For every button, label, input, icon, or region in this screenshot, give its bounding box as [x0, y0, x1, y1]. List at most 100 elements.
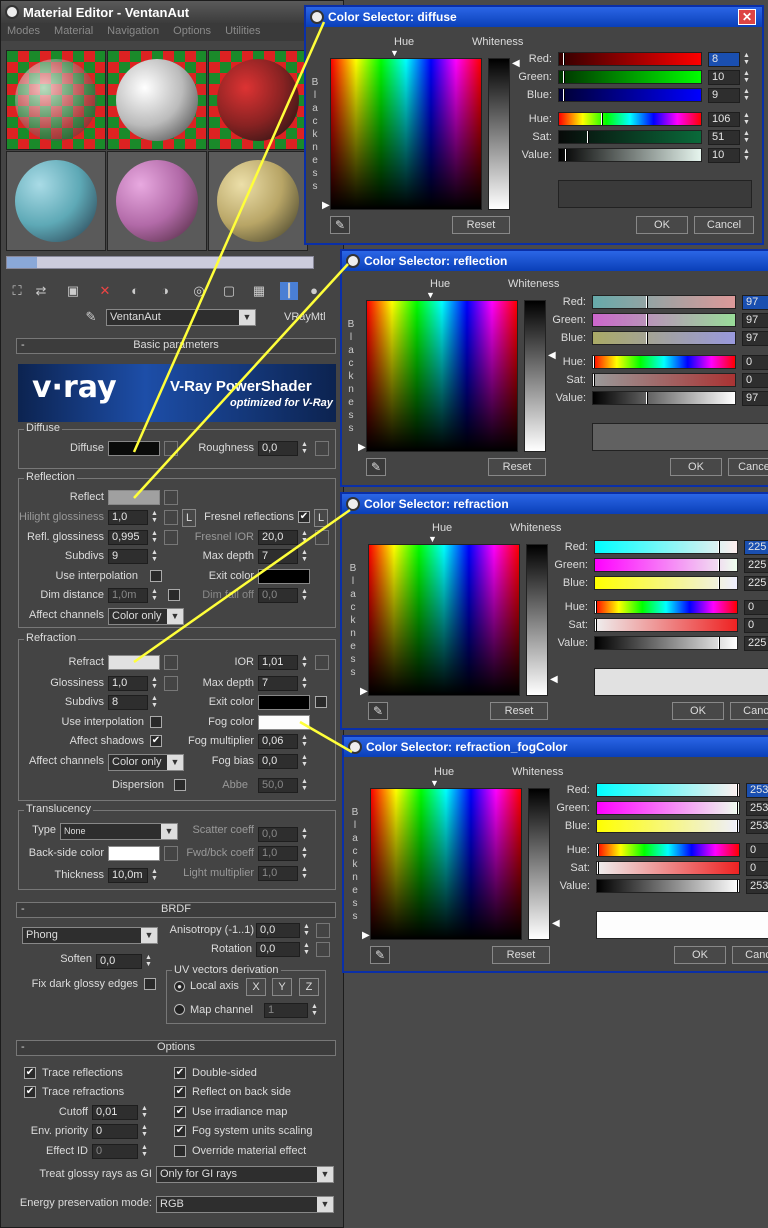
fwdbck-coeff-arrows[interactable]: ▲ ▼ [300, 846, 309, 861]
hue-blackness-picker[interactable] [330, 58, 482, 210]
hue-marker-icon[interactable]: ▼ [430, 778, 439, 788]
use-interpolation-checkbox[interactable] [150, 570, 162, 582]
blue-slider[interactable] [558, 88, 702, 102]
reflect-map-button[interactable] [164, 490, 178, 505]
blue-value-field[interactable]: 97 [742, 331, 768, 346]
blackness-marker-icon[interactable]: ▶ [322, 200, 330, 211]
hue-value-field[interactable]: 0 [742, 355, 768, 370]
menu-utilities[interactable]: Utilities [225, 25, 260, 39]
fog-multiplier-spinner[interactable]: 0,06 [258, 734, 298, 749]
put-to-library-icon[interactable]: ◎ [190, 282, 208, 300]
ok-button[interactable]: OK [636, 216, 688, 234]
eyedropper-icon[interactable]: ✎ [366, 458, 386, 476]
refr-subdivs-arrows[interactable]: ▲ ▼ [150, 695, 159, 710]
close-icon[interactable]: ✕ [738, 9, 756, 25]
sample-slot[interactable] [6, 50, 106, 150]
eyedropper-icon[interactable]: ✎ [368, 702, 388, 720]
value-value-field[interactable]: 225 [744, 636, 768, 651]
red-value-field[interactable]: 225 [744, 540, 768, 555]
dim-falloff-spinner[interactable]: 0,0 [258, 588, 298, 603]
get-material-icon[interactable]: ⛶ [8, 282, 26, 300]
env-priority-arrows[interactable]: ▲ ▼ [140, 1124, 149, 1139]
material-name-field[interactable]: VentanAut ▼ [106, 309, 256, 326]
energy-preservation-dropdown[interactable]: RGB ▼ [156, 1196, 334, 1213]
roughness-spinner-arrows[interactable]: ▲ ▼ [300, 441, 309, 456]
put-to-scene-icon[interactable]: ⇄ [32, 282, 50, 300]
light-multiplier-spinner[interactable]: 1,0 [258, 866, 298, 881]
dim-distance-arrows[interactable]: ▲ ▼ [150, 588, 159, 603]
axis-z-button[interactable]: Z [299, 978, 319, 996]
red-value-field[interactable]: 253 [746, 783, 768, 798]
whiteness-marker-icon[interactable]: ◀ [550, 674, 558, 685]
cutoff-spinner[interactable]: 0,01 [92, 1105, 138, 1120]
refr-subdivs-spinner[interactable]: 8 [108, 695, 148, 710]
fog-bias-spinner[interactable]: 0,0 [258, 754, 298, 769]
red-slider[interactable] [592, 295, 736, 309]
sample-slot[interactable] [107, 50, 207, 150]
refl-gloss-map-button[interactable] [164, 530, 178, 545]
sat-spinner-arrows[interactable]: ▲ ▼ [742, 130, 751, 145]
soften-spinner[interactable]: 0,0 [96, 954, 142, 969]
double-sided-checkbox[interactable]: ✔ [174, 1067, 186, 1079]
ior-map-button[interactable] [315, 655, 329, 670]
reset-button[interactable]: Reset [492, 946, 550, 964]
reflect-color-swatch[interactable] [108, 490, 160, 505]
blue-value-field[interactable]: 253 [746, 819, 768, 834]
blackness-marker-icon[interactable]: ▶ [360, 686, 368, 697]
effect-id-arrows[interactable]: ▲ ▼ [140, 1144, 149, 1159]
local-axis-radio[interactable]: ● [174, 981, 185, 992]
green-value-field[interactable]: 225 [744, 558, 768, 573]
ok-button[interactable]: OK [670, 458, 722, 476]
use-irradiance-map-checkbox[interactable]: ✔ [174, 1106, 186, 1118]
refr-exit-color-swatch[interactable] [258, 695, 310, 710]
refr-affect-channels-dropdown[interactable]: Color only ▼ [108, 754, 184, 771]
rollout-options[interactable]: - Options [16, 1040, 336, 1056]
roughness-spinner[interactable]: 0,0 [258, 441, 298, 456]
show-end-result-icon[interactable]: ┃ [280, 282, 298, 300]
refl-gloss-arrows[interactable]: ▲ ▼ [150, 530, 159, 545]
affect-channels-dropdown[interactable]: Color only ▼ [108, 608, 184, 625]
show-map-icon[interactable]: ▦ [250, 282, 268, 300]
dim-distance-checkbox[interactable] [168, 589, 180, 601]
material-id-icon[interactable]: ▢ [220, 282, 238, 300]
ior-spinner[interactable]: 1,01 [258, 655, 298, 670]
map-channel-arrows[interactable]: ▲ ▼ [310, 1003, 319, 1018]
copy-material-icon[interactable]: ◐ [126, 282, 144, 300]
green-value-field[interactable]: 253 [746, 801, 768, 816]
fog-bias-arrows[interactable]: ▲ ▼ [300, 754, 309, 769]
fresnel-ior-arrows[interactable]: ▲ ▼ [300, 530, 309, 545]
fresnel-lock-button[interactable]: L [314, 509, 328, 527]
glossiness-spinner[interactable]: 1,0 [108, 676, 148, 691]
cancel-button[interactable]: Cancel [694, 216, 754, 234]
fresnel-ior-spinner[interactable]: 20,0 [258, 530, 298, 545]
green-slider[interactable] [558, 70, 702, 84]
hue-value-field[interactable]: 106 [708, 112, 740, 127]
rollout-basic-parameters[interactable]: - Basic parameters [16, 338, 336, 354]
map-channel-spinner[interactable]: 1 [264, 1003, 308, 1018]
blackness-marker-icon[interactable]: ▶ [358, 442, 366, 453]
affect-shadows-checkbox[interactable]: ✔ [150, 735, 162, 747]
subdivs-arrows[interactable]: ▲ ▼ [150, 549, 159, 564]
menu-material[interactable]: Material [54, 25, 93, 39]
env-priority-spinner[interactable]: 0 [92, 1124, 138, 1139]
cancel-button[interactable]: Cance [728, 458, 768, 476]
whiteness-strip[interactable] [488, 58, 510, 210]
hue-slider[interactable] [594, 600, 738, 614]
rotation-spinner[interactable]: 0,0 [256, 942, 300, 957]
menu-modes[interactable]: Modes [7, 25, 40, 39]
green-spinner-arrows[interactable]: ▲ ▼ [742, 70, 751, 85]
axis-x-button[interactable]: X [246, 978, 266, 996]
hue-blackness-picker[interactable] [366, 300, 518, 452]
ok-button[interactable]: OK [674, 946, 726, 964]
fwdbck-coeff-spinner[interactable]: 1,0 [258, 846, 298, 861]
cancel-button[interactable]: Canc [732, 946, 768, 964]
reflect-back-side-checkbox[interactable]: ✔ [174, 1086, 186, 1098]
green-slider[interactable] [596, 801, 740, 815]
brdf-type-dropdown[interactable]: Phong ▼ [22, 927, 158, 944]
green-value-field[interactable]: 97 [742, 313, 768, 328]
green-value-field[interactable]: 10 [708, 70, 740, 85]
hue-marker-icon[interactable]: ▼ [428, 534, 437, 544]
trace-refractions-checkbox[interactable]: ✔ [24, 1086, 36, 1098]
anisotropy-map-button[interactable] [316, 923, 330, 938]
fog-color-swatch[interactable] [258, 715, 310, 730]
